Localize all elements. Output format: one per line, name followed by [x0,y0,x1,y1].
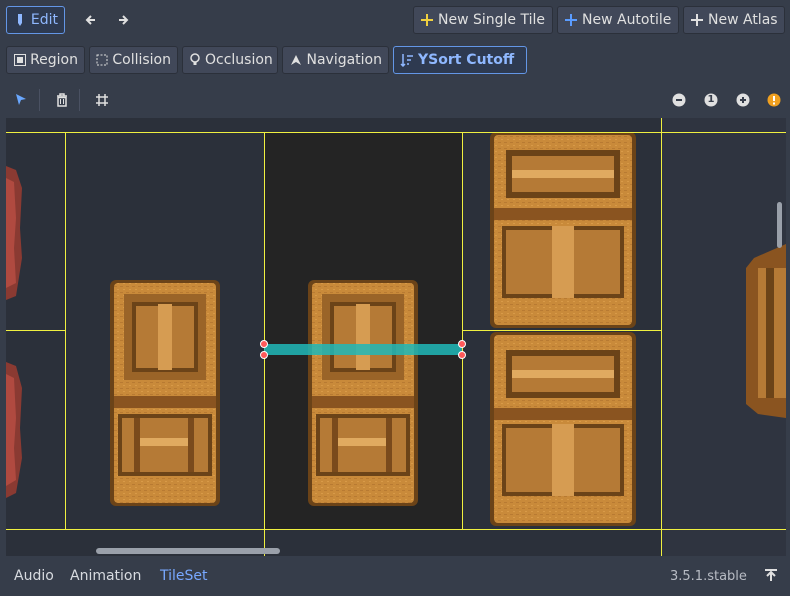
tab-occlusion-label: Occlusion [205,52,273,68]
new-atlas-label: New Atlas [708,12,778,28]
select-tool-button[interactable] [8,86,32,114]
plus-icon [690,13,704,27]
zoom-reset-icon: 1 [704,93,718,107]
toolbar-divider [79,89,80,111]
region-icon [13,53,26,67]
tab-region-label: Region [30,52,78,68]
zoom-reset-label: 1 [707,94,715,105]
select-icon [15,93,27,107]
zoom-reset-button[interactable]: 1 [697,86,721,114]
vertical-scrollbar[interactable] [777,202,782,248]
horizontal-scrollbar[interactable] [96,548,280,554]
warning-icon [767,93,781,107]
zoom-in-icon [736,93,750,107]
ysort-handle[interactable] [458,351,466,359]
tab-collision[interactable]: Collision [89,46,178,74]
plus-icon [420,13,434,27]
pin-icon[interactable] [764,568,778,586]
new-atlas-button[interactable]: New Atlas [683,6,785,34]
tab-animation[interactable]: Animation [70,568,141,584]
occlusion-icon [189,53,201,67]
new-single-tile-label: New Single Tile [438,12,545,28]
tile-mode-toolbar: Region Collision Occlusion Navigation YS… [0,40,790,80]
ysort-handle[interactable] [260,340,268,348]
tab-region[interactable]: Region [6,46,85,74]
crate-tile-stack-top[interactable] [490,132,636,328]
toolbar-divider [39,89,40,111]
zoom-out-icon [672,93,686,107]
tool-toolbar: 1 [0,84,790,116]
version-label: 3.5.1.stable [670,569,747,584]
plus-icon [564,13,578,27]
tileset-top-toolbar: Edit New Single Tile New Autotile New At… [0,0,790,40]
new-autotile-label: New Autotile [582,12,672,28]
arrow-left-icon [85,13,97,27]
warning-button[interactable] [760,86,784,114]
partial-sprite-right [746,244,786,418]
collision-icon [96,53,108,67]
tab-navigation-label: Navigation [306,52,382,68]
grid-snap-button[interactable] [88,86,112,114]
tab-navigation[interactable]: Navigation [282,46,389,74]
ysort-handle[interactable] [458,340,466,348]
trash-icon [55,93,69,107]
zoom-out-button[interactable] [665,86,689,114]
delete-button[interactable] [48,86,72,114]
edit-label: Edit [30,12,58,28]
tab-ysort-cutoff[interactable]: YSort Cutoff [393,46,527,74]
ysort-icon [400,53,414,67]
back-button[interactable] [78,6,102,34]
zoom-in-button[interactable] [729,86,753,114]
new-single-tile-button[interactable]: New Single Tile [413,6,553,34]
crate-tile[interactable] [110,280,220,506]
tileset-viewport[interactable] [6,118,786,556]
tab-tileset[interactable]: TileSet [160,568,208,584]
tab-audio[interactable]: Audio [14,568,54,584]
arrow-right-icon [117,13,129,27]
crate-tile-selected[interactable] [308,280,418,506]
tab-collision-label: Collision [112,52,171,68]
edit-button[interactable]: Edit [6,6,65,34]
crate-tile-stack-bottom[interactable] [490,332,636,526]
forward-button[interactable] [110,6,134,34]
tab-occlusion[interactable]: Occlusion [182,46,278,74]
navigation-icon [289,53,302,67]
new-autotile-button[interactable]: New Autotile [557,6,679,34]
grid-icon [95,93,109,107]
bottom-panel-bar: Audio Animation TileSet 3.5.1.stable [0,558,790,596]
tileset-canvas[interactable] [6,118,786,556]
tab-ysort-label: YSort Cutoff [418,52,515,68]
ysort-handle[interactable] [260,351,268,359]
edit-icon [13,13,27,27]
